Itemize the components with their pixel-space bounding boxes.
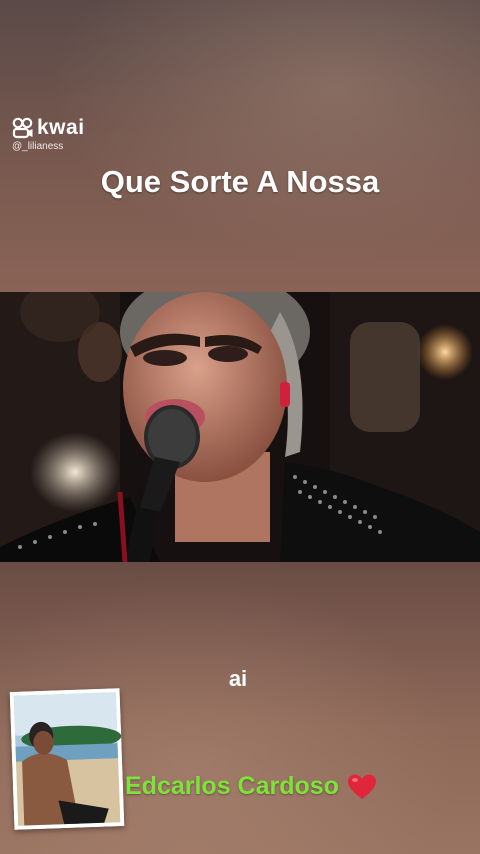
heart-icon [347, 774, 376, 799]
video-frame-image [0, 292, 480, 562]
creator-handle: @_lilianess [12, 141, 64, 152]
video-player[interactable] [0, 292, 480, 562]
artist-credit: Edcarlos Cardoso [125, 772, 377, 801]
kwai-logo-text: kwai [37, 116, 85, 139]
lyric-line: ai [228, 666, 248, 691]
kwai-logo-icon [12, 117, 33, 139]
artist-name: Edcarlos Cardoso [125, 772, 339, 800]
artist-photo [9, 688, 125, 830]
song-title: Que Sorte A Nossa [100, 164, 380, 199]
kwai-watermark: kwai @_lilianess [12, 116, 85, 152]
